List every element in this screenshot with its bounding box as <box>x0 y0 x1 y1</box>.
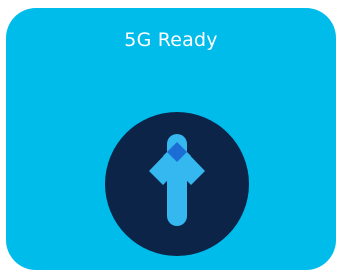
feature-card: 5G Ready <box>6 8 336 270</box>
card-title: 5G Ready <box>124 29 218 51</box>
badge-graphic <box>105 112 249 256</box>
upload-arrow-icon <box>101 108 253 260</box>
